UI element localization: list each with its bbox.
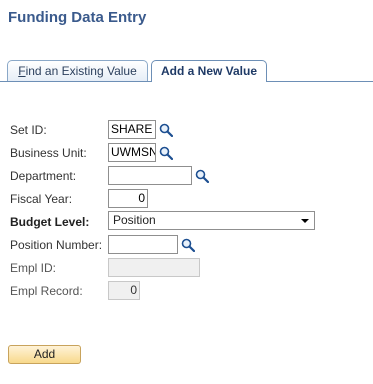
tab-find-existing-value[interactable]: Find an Existing Value: [7, 60, 148, 81]
set-id-field[interactable]: SHARE: [108, 120, 156, 139]
department-lookup-icon[interactable]: [195, 169, 209, 183]
business-unit-lookup-icon[interactable]: [159, 146, 173, 160]
position-number-field[interactable]: [108, 235, 178, 254]
budget-level-label: Budget Level:: [10, 215, 90, 229]
fiscal-year-field[interactable]: 0: [108, 189, 148, 208]
empl-id-field: [108, 258, 200, 277]
position-number-label: Position Number:: [10, 238, 103, 252]
fiscal-year-label: Fiscal Year:: [10, 192, 73, 206]
tab-find-existing-value-label: ind an Existing Value: [25, 64, 137, 78]
position-number-lookup-icon[interactable]: [181, 238, 195, 252]
set-id-label: Set ID:: [10, 123, 47, 137]
department-field[interactable]: [108, 166, 192, 185]
empl-record-field: 0: [108, 281, 140, 300]
budget-level-selected-value: Position: [113, 213, 156, 227]
empl-record-label: Empl Record:: [10, 284, 83, 298]
empl-id-label: Empl ID:: [10, 261, 57, 275]
budget-level-select[interactable]: Position: [108, 211, 315, 230]
tab-add-new-value[interactable]: Add a New Value: [151, 60, 267, 82]
page-title: Funding Data Entry: [8, 9, 147, 26]
business-unit-field[interactable]: UWMSN: [108, 143, 156, 162]
dropdown-arrow-icon: [301, 219, 309, 223]
tab-find-existing-value-accesskey: F: [18, 64, 26, 78]
add-button[interactable]: Add: [8, 345, 81, 364]
department-label: Department:: [10, 169, 77, 183]
set-id-lookup-icon[interactable]: [159, 123, 173, 137]
business-unit-label: Business Unit:: [10, 146, 87, 160]
